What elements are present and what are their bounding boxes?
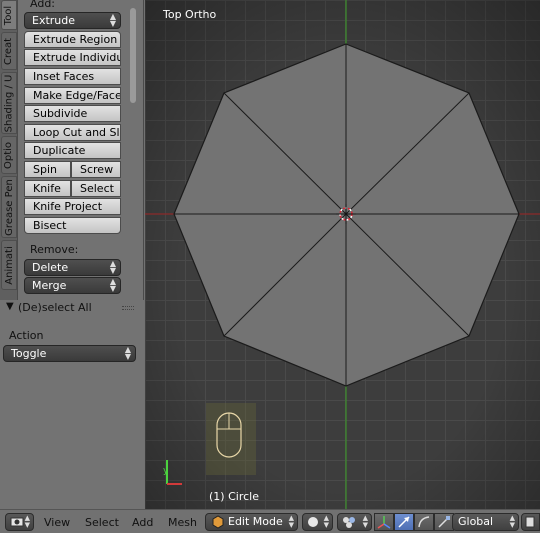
object-status: (1) Circle: [209, 490, 259, 503]
tab-tools-label: Tool: [3, 5, 15, 25]
delete-dropdown[interactable]: Delete ▲ ▼: [24, 259, 121, 276]
tab-create-label: Creat: [3, 37, 15, 65]
extrude-dropdown-value: Extrude: [32, 14, 76, 27]
drag-grip-icon[interactable]: [122, 306, 134, 310]
tab-shading-label: Shading / U: [3, 74, 15, 132]
tab-options[interactable]: Optio: [1, 136, 17, 174]
extrude-dropdown[interactable]: Extrude ▲ ▼: [24, 12, 121, 29]
extrude-region-button[interactable]: Extrude Region: [24, 31, 121, 48]
action-label: Action: [9, 329, 44, 342]
collapse-triangle-icon: ▼: [6, 301, 14, 312]
subdivide-button[interactable]: Subdivide: [24, 105, 121, 122]
mode-dropdown[interactable]: Edit Mode ▲ ▼: [205, 513, 298, 531]
operator-panel: ▼ (De)select All Action Toggle ▲ ▼: [0, 300, 144, 509]
updown-arrow-icon: ▲ ▼: [109, 12, 116, 28]
loop-cut-button[interactable]: Loop Cut and Slide: [24, 124, 121, 141]
manipulator-toggle-button[interactable]: [374, 513, 394, 531]
menu-view[interactable]: View: [44, 516, 70, 529]
tab-options-label: Optio: [3, 141, 15, 169]
inset-faces-button[interactable]: Inset Faces: [24, 68, 121, 85]
mouse-icon: [206, 403, 256, 475]
cube-icon: [10, 517, 24, 527]
layers-button[interactable]: [521, 513, 540, 531]
layer-icon: [525, 516, 535, 528]
viewport-shading-dropdown[interactable]: ▲ ▼: [302, 513, 333, 531]
pivot-point-icon: [343, 517, 355, 528]
solid-shading-icon: [308, 517, 318, 527]
knife-button[interactable]: Knife: [24, 180, 71, 197]
updown-arrow-icon: ▲ ▼: [109, 277, 116, 293]
pivot-point-dropdown[interactable]: ▲ ▼: [337, 513, 372, 531]
extrude-individual-button[interactable]: Extrude Individual: [24, 49, 121, 66]
spin-button[interactable]: Spin: [24, 161, 71, 178]
edit-mode-icon: [212, 515, 224, 529]
merge-dropdown[interactable]: Merge ▲ ▼: [24, 277, 121, 294]
knife-project-button[interactable]: Knife Project: [24, 198, 121, 215]
viewport-header: ▲ ▼ View Select Add Mesh Edit Mode ▲ ▼ ▲ ▼ …: [0, 509, 540, 533]
remove-label: Remove:: [30, 243, 79, 256]
updown-arrow-icon: ▲ ▼: [509, 514, 515, 529]
tool-shelf: Tool Creat Shading / U Optio Grease Pen …: [0, 0, 144, 509]
viewport-scene: y: [145, 0, 540, 509]
delete-dropdown-value: Delete: [32, 261, 69, 274]
updown-arrow-icon: ▲ ▼: [323, 514, 329, 529]
merge-dropdown-value: Merge: [32, 279, 67, 292]
updown-arrow-icon: ▲ ▼: [124, 345, 131, 361]
tab-shading-uvs[interactable]: Shading / U: [1, 72, 17, 134]
updown-arrow-icon: ▲ ▼: [109, 259, 116, 275]
editor-type-button[interactable]: ▲ ▼: [5, 513, 34, 531]
manipulator-icon: [377, 516, 391, 529]
3d-viewport[interactable]: y Top Ortho (1) Circle: [145, 0, 540, 509]
menu-mesh[interactable]: Mesh: [168, 516, 197, 529]
action-dropdown[interactable]: Toggle ▲ ▼: [3, 345, 136, 362]
operator-panel-header[interactable]: ▼ (De)select All: [0, 300, 144, 316]
updown-arrow-icon: ▲ ▼: [362, 514, 368, 529]
duplicate-button[interactable]: Duplicate: [24, 142, 121, 159]
translate-arrow-icon: [398, 516, 410, 528]
orientation-value: Global: [458, 515, 494, 528]
operator-title: (De)select All: [18, 301, 92, 314]
updown-arrow-icon: ▲ ▼: [24, 514, 30, 529]
transform-orientation-dropdown[interactable]: Global ▲ ▼: [452, 513, 519, 531]
rotate-manipulator-button[interactable]: [414, 513, 434, 531]
view-name: Top Ortho: [163, 8, 217, 21]
rotate-arc-icon: [418, 516, 430, 528]
action-dropdown-value: Toggle: [11, 347, 47, 360]
select-button[interactable]: Select: [71, 180, 121, 197]
add-label: Add:: [30, 0, 56, 10]
tab-animation-label: Animati: [3, 245, 15, 285]
translate-manipulator-button[interactable]: [394, 513, 414, 531]
menu-select[interactable]: Select: [85, 516, 119, 529]
updown-arrow-icon: ▲ ▼: [288, 514, 294, 529]
tool-shelf-scrollbar[interactable]: [130, 8, 136, 103]
tab-animation[interactable]: Animati: [1, 240, 17, 290]
mode-dropdown-value: Edit Mode: [228, 515, 283, 528]
menu-add[interactable]: Add: [132, 516, 153, 529]
scale-manipulator-button[interactable]: [434, 513, 454, 531]
screw-button[interactable]: Screw: [71, 161, 121, 178]
svg-text:y: y: [163, 466, 169, 476]
scale-icon: [438, 516, 450, 528]
bisect-button[interactable]: Bisect: [24, 217, 121, 234]
tab-create[interactable]: Creat: [1, 32, 17, 70]
tab-grease-pencil[interactable]: Grease Pen: [1, 176, 17, 238]
tab-grease-label: Grease Pen: [3, 178, 15, 236]
tab-tools[interactable]: Tool: [1, 0, 17, 30]
make-edge-face-button[interactable]: Make Edge/Face: [24, 87, 121, 104]
